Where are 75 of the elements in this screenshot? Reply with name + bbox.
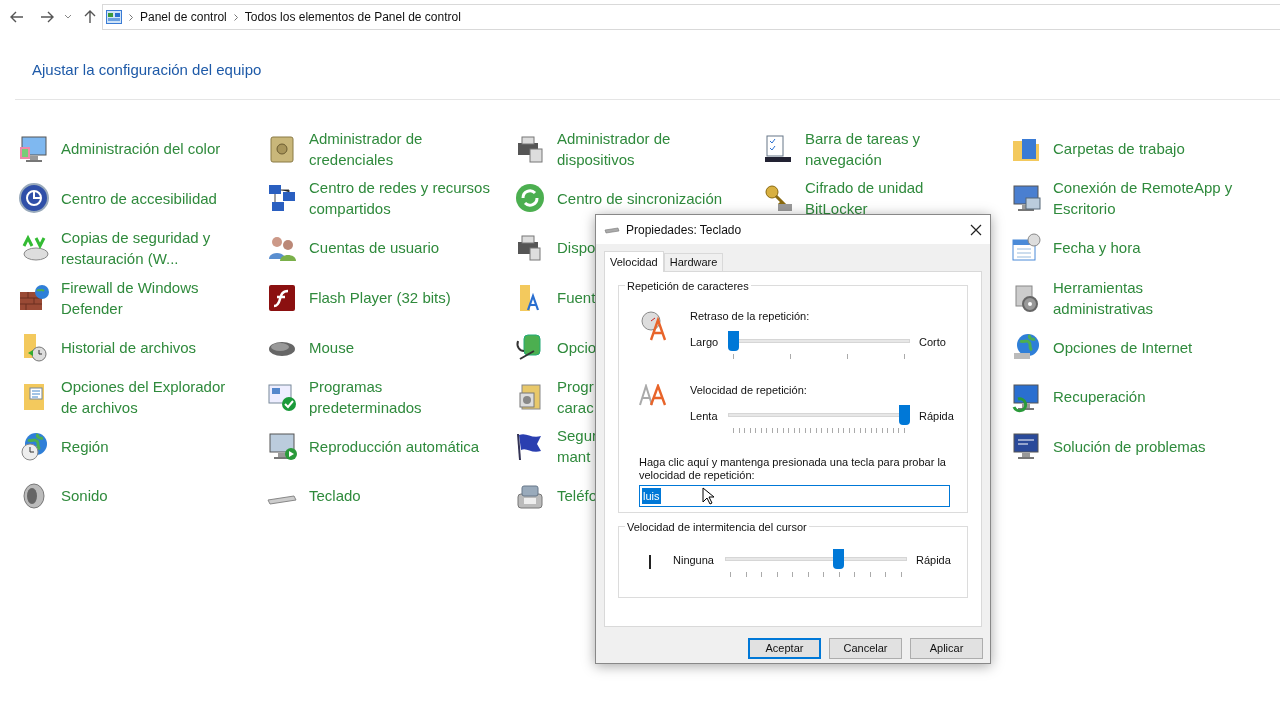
dialog-button[interactable]: Aceptar xyxy=(748,638,821,659)
item-link[interactable]: Historial de archivos xyxy=(61,336,197,358)
item-link[interactable]: Fecha y hora xyxy=(1053,237,1141,259)
tab[interactable]: Hardware xyxy=(663,253,724,271)
test-input-field[interactable]: luis xyxy=(639,485,950,507)
item-link[interactable]: Centro de redes y recursos compartidos xyxy=(309,177,490,220)
up-arrow-icon[interactable] xyxy=(84,10,96,24)
item-link[interactable]: Administración del color xyxy=(61,138,221,160)
tab[interactable]: Velocidad xyxy=(604,251,664,272)
item-link[interactable]: Teclado xyxy=(309,485,361,507)
item-link[interactable]: Opciones de Internet xyxy=(1053,336,1193,358)
slider-max-label: Corto xyxy=(919,334,946,350)
item-link[interactable]: Herramientas administrativas xyxy=(1053,276,1154,319)
page-heading: Ajustar la configuración del equipo xyxy=(32,61,262,78)
item-link[interactable]: Conexión de RemoteApp y Escritorio xyxy=(1053,177,1233,220)
item-link[interactable]: Recuperación xyxy=(1053,386,1146,408)
slider-max-label: Rápida xyxy=(916,553,951,568)
close-icon[interactable] xyxy=(970,223,982,236)
slider-min-label: Ninguna xyxy=(673,553,715,568)
address-bar[interactable]: Panel de control Todos los elementos de Panel de control xyxy=(102,4,1280,30)
item-link[interactable]: Administrador de dispositivos xyxy=(557,127,671,170)
dropdown-caret-icon[interactable] xyxy=(64,14,72,20)
slider-label: Velocidad de repetición: xyxy=(690,383,808,398)
dialog-button[interactable]: Cancelar xyxy=(829,638,902,659)
slider-thumb[interactable] xyxy=(899,404,910,425)
globe-clock-icon[interactable] xyxy=(18,430,50,463)
slider-label: Retraso de la repetición: xyxy=(690,309,811,324)
item-link[interactable]: Flash Player (32 bits) xyxy=(309,287,451,309)
accessibility-icon[interactable] xyxy=(18,182,50,215)
item-link[interactable]: Reproducción automática xyxy=(309,435,480,457)
slider-track[interactable] xyxy=(725,549,907,569)
forward-arrow-icon[interactable] xyxy=(40,11,54,23)
slider-track[interactable] xyxy=(728,404,910,425)
dialog-title: Propiedades: Teclado xyxy=(626,221,743,239)
autoplay-icon[interactable] xyxy=(266,430,298,463)
control-panel-icon xyxy=(106,10,122,24)
item-link[interactable]: Opciones del Explorador de archivos xyxy=(61,375,226,418)
item-link[interactable]: Cuentas de usuario xyxy=(309,237,440,259)
item-link[interactable]: Carpetas de trabajo xyxy=(1053,138,1185,160)
item-link[interactable]: Programas predeterminados xyxy=(309,375,422,418)
item-link[interactable]: Progr carac xyxy=(557,375,594,418)
sync-icon[interactable] xyxy=(514,182,546,215)
breadcrumb-item[interactable]: Todos los elementos de Panel de control xyxy=(244,8,461,26)
item-link[interactable]: Centro de sincronización xyxy=(557,187,723,209)
item-link[interactable]: Dispo xyxy=(557,237,596,259)
back-arrow-icon[interactable] xyxy=(10,11,24,23)
item-link[interactable]: Copias de seguridad y restauración (W... xyxy=(61,227,211,269)
checklist-icon[interactable] xyxy=(762,132,794,165)
item-link[interactable]: Sonido xyxy=(61,485,108,507)
slider-min-label: Lenta xyxy=(690,408,719,424)
slider-max-label: Rápida xyxy=(919,408,954,424)
item-link[interactable]: Segur mant xyxy=(557,425,598,468)
item-link[interactable]: Opcio xyxy=(557,336,597,358)
item-link[interactable]: Barra de tareas y navegación xyxy=(805,127,921,170)
breadcrumb-item[interactable]: Panel de control xyxy=(140,8,227,26)
chevron-right-icon xyxy=(129,13,133,21)
item-link[interactable]: Solución de problemas xyxy=(1053,435,1206,457)
text-cursor-icon xyxy=(649,555,651,569)
mouse-pointer-icon xyxy=(702,487,714,505)
item-link[interactable]: Teléfo xyxy=(557,485,598,507)
slider-track[interactable] xyxy=(728,330,910,351)
item-link[interactable]: Firewall de Windows Defender xyxy=(61,276,199,319)
slider-thumb[interactable] xyxy=(832,549,844,569)
item-link[interactable]: Fuent xyxy=(557,287,596,309)
item-link[interactable]: Región xyxy=(61,435,109,457)
slider-min-label: Largo xyxy=(690,334,720,350)
dialog-button[interactable]: Aplicar xyxy=(910,638,983,659)
calendar-icon[interactable] xyxy=(1010,232,1042,264)
keyboard-icon xyxy=(604,225,620,234)
item-link[interactable]: Mouse xyxy=(309,336,355,358)
test-prompt: Haga clic aquí y mantenga presionada una tecla para probar la velocidad de repetición: xyxy=(639,456,947,482)
item-link[interactable]: Centro de accesibilidad xyxy=(61,187,217,209)
item-link[interactable]: Administrador de credenciales xyxy=(309,127,423,170)
chevron-right-icon xyxy=(233,13,238,21)
slider-thumb[interactable] xyxy=(728,330,739,351)
